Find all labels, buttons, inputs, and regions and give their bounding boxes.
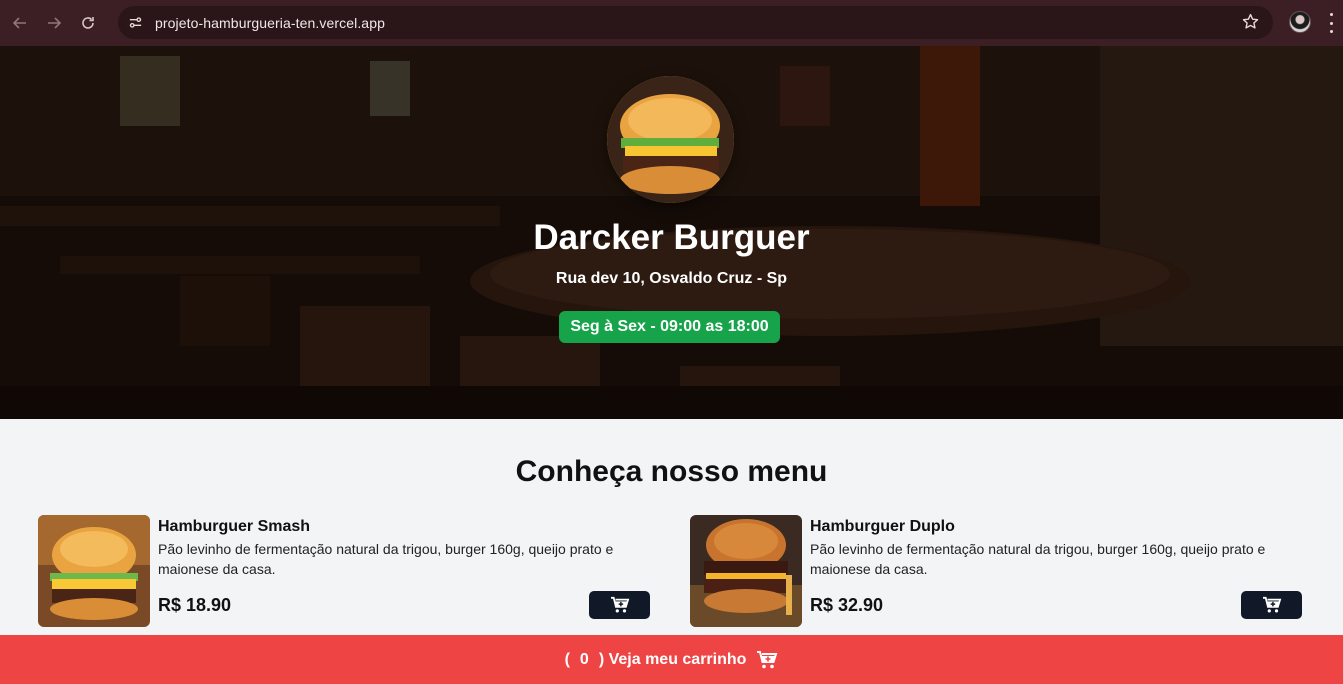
cart-plus-icon — [610, 596, 629, 613]
menu-item: Hamburguer Smash Pão levinho de fermenta… — [38, 515, 650, 627]
restaurant-logo — [607, 76, 734, 203]
reload-button[interactable] — [74, 9, 102, 37]
site-info-icon — [129, 17, 141, 28]
restaurant-name: Darcker Burguer — [533, 218, 810, 257]
cart-plus-icon — [1262, 596, 1281, 613]
menu-item-name: Hamburguer Smash — [158, 518, 311, 535]
hero-banner: Darcker Burguer Rua dev 10, Osvaldo Cruz… — [0, 46, 1343, 419]
browser-toolbar: projeto-hamburgueria-ten.vercel.app — [0, 0, 1343, 46]
menu-item-description: Pão levinho de fermentação natural da tr… — [158, 541, 614, 577]
address-bar[interactable]: projeto-hamburgueria-ten.vercel.app — [118, 6, 1273, 39]
reload-icon — [82, 17, 94, 29]
bookmark-star-icon — [1242, 13, 1259, 29]
cart-label: ) Veja meu carrinho — [598, 650, 747, 668]
menu-dots-icon[interactable] — [1330, 13, 1334, 33]
bookmark-button[interactable] — [1242, 13, 1259, 35]
menu-item-image — [38, 515, 150, 627]
back-icon — [12, 17, 26, 29]
cart-open-paren: ( — [564, 650, 570, 668]
forward-icon — [48, 17, 62, 29]
cart-icon — [757, 650, 778, 668]
menu-item-price: R$ 32.90 — [810, 595, 884, 615]
restaurant-address: Rua dev 10, Osvaldo Cruz - Sp — [555, 270, 788, 287]
menu-title: Conheça nosso menu — [515, 455, 828, 488]
menu-item-description: Pão levinho de fermentação natural da tr… — [810, 541, 1266, 577]
menu-item-price: R$ 18.90 — [158, 595, 232, 615]
add-to-cart-button[interactable] — [1241, 591, 1302, 619]
view-cart-button[interactable]: ( 0 ) Veja meu carrinho — [0, 635, 1343, 684]
opening-hours-badge: Seg à Sex - 09:00 as 18:00 — [559, 311, 780, 343]
profile-avatar[interactable] — [1289, 11, 1311, 33]
add-to-cart-button[interactable] — [589, 591, 650, 619]
url-text[interactable]: projeto-hamburgueria-ten.vercel.app — [155, 15, 385, 31]
menu-item-name: Hamburguer Duplo — [810, 518, 955, 535]
back-button[interactable] — [6, 9, 34, 37]
menu-item: Hamburguer Duplo Pão levinho de fermenta… — [690, 515, 1302, 627]
cart-count: 0 — [579, 650, 589, 668]
site-info-button[interactable] — [123, 11, 147, 35]
menu-item-image — [690, 515, 802, 627]
forward-button[interactable] — [40, 9, 68, 37]
